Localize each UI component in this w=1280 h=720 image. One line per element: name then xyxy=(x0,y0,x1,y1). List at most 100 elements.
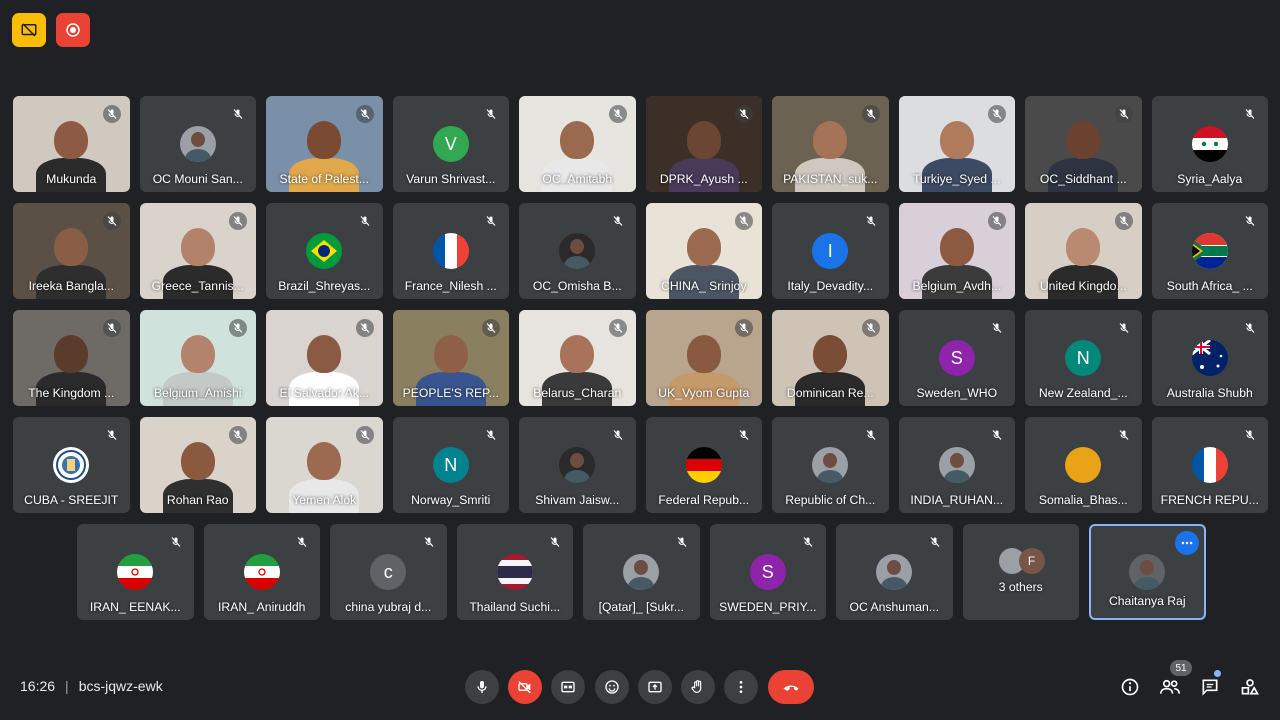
participant-tile[interactable]: Somalia_Bhas... xyxy=(1025,417,1142,513)
mic-off-icon xyxy=(739,109,749,119)
participant-tile[interactable]: Belarus_Charan xyxy=(519,310,636,406)
people-button[interactable] xyxy=(1157,674,1183,700)
participant-tile[interactable]: OC Anshuman... xyxy=(836,524,953,620)
participant-name: Brazil_Shreyas... xyxy=(278,279,371,293)
participant-tile[interactable]: El Salvador Ak... xyxy=(266,310,383,406)
participant-tile[interactable]: Brazil_Shreyas... xyxy=(266,203,383,299)
participant-tile[interactable]: State of Palest... xyxy=(266,96,383,192)
muted-indicator xyxy=(609,426,627,444)
participant-tile[interactable]: N New Zealand_... xyxy=(1025,310,1142,406)
participant-name: PAKISTAN_suk... xyxy=(783,172,878,186)
mic-off-icon xyxy=(613,323,622,333)
mic-off-icon xyxy=(486,430,496,440)
participant-tile[interactable]: The Kingdom ... xyxy=(13,310,130,406)
participant-tile[interactable]: DPRK_Ayush ... xyxy=(645,96,762,192)
participant-tile[interactable]: OC Mouni San... xyxy=(139,96,256,192)
participant-name: Belgium_Amishi xyxy=(154,386,242,400)
participant-tile[interactable]: c china yubraj d... xyxy=(330,524,447,620)
avatar-flag xyxy=(1191,340,1228,376)
mic-off-icon xyxy=(1245,430,1255,440)
participant-tile[interactable]: CHINA_ Srinjoy xyxy=(645,203,762,299)
participant-tile[interactable]: CUBA - SREEJIT xyxy=(13,417,130,513)
participant-tile[interactable]: Ireeka Bangla... xyxy=(13,203,130,299)
participant-tile[interactable]: Syria_Aalya xyxy=(1151,96,1268,192)
camera-button[interactable] xyxy=(508,670,542,704)
participant-tile[interactable]: FRENCH REPU... xyxy=(1151,417,1268,513)
captions-button[interactable] xyxy=(551,670,585,704)
separator: | xyxy=(65,678,69,694)
mic-off-icon xyxy=(360,430,369,440)
participant-tile[interactable]: United Kingdo... xyxy=(1025,203,1142,299)
participant-name: Norway_Smriti xyxy=(411,493,491,507)
present-icon xyxy=(648,681,662,693)
participant-tile[interactable]: PAKISTAN_suk... xyxy=(772,96,889,192)
participant-name: Italy_Devadity... xyxy=(787,279,874,293)
participant-tile[interactable]: OC_Omisha B... xyxy=(519,203,636,299)
activities-button[interactable] xyxy=(1237,674,1263,700)
meeting-info: 16:26 | bcs-jqwz-ewk xyxy=(20,678,163,694)
mic-off-icon xyxy=(992,109,1002,119)
people-icon xyxy=(1160,679,1180,694)
captions-icon xyxy=(561,681,575,693)
participant-name: Mukunda xyxy=(46,172,97,186)
avatar xyxy=(623,554,660,590)
muted-indicator xyxy=(1241,426,1259,444)
participant-tile[interactable]: N Norway_Smriti xyxy=(392,417,509,513)
participant-tile[interactable]: INDIA_RUHAN... xyxy=(898,417,1015,513)
participant-tile[interactable]: IRAN_ Aniruddh xyxy=(203,524,320,620)
mic-off-icon xyxy=(739,216,749,226)
muted-indicator xyxy=(356,212,374,230)
meeting-details-button[interactable] xyxy=(1117,674,1143,700)
chat-button[interactable] xyxy=(1197,674,1223,700)
avatar: F xyxy=(1018,548,1045,574)
participant-row: IRAN_ EENAK... IRAN_ Aniruddh c china yubra… xyxy=(77,524,1206,620)
mic-off-icon xyxy=(677,537,686,547)
participant-tile[interactable]: Thailand Suchi... xyxy=(456,524,573,620)
muted-indicator xyxy=(673,533,691,551)
participant-tile[interactable]: [Qatar]_ [Sukr... xyxy=(583,524,700,620)
participant-tile[interactable]: Federal Repub... xyxy=(645,417,762,513)
participant-tile[interactable]: Dominican Re... xyxy=(772,310,889,406)
participant-tile[interactable]: OC_Siddhant ... xyxy=(1025,96,1142,192)
recording-badge[interactable] xyxy=(56,13,90,47)
participant-tile[interactable]: Shivam Jaisw... xyxy=(519,417,636,513)
participant-tile[interactable]: Rohan Rao xyxy=(139,417,256,513)
presentation-badge[interactable] xyxy=(12,13,46,47)
participant-name: Chaitanya Raj xyxy=(1108,594,1186,608)
participant-tile[interactable]: IRAN_ EENAK... xyxy=(77,524,194,620)
present-button[interactable] xyxy=(638,670,672,704)
muted-indicator xyxy=(861,319,880,337)
participant-tile[interactable]: Australia Shubh xyxy=(1151,310,1268,406)
participant-tile[interactable]: I Italy_Devadity... xyxy=(772,203,889,299)
participant-tile[interactable]: UK_Vyom Gupta xyxy=(645,310,762,406)
end-call-button[interactable] xyxy=(768,670,814,704)
participant-name: South Africa_ ... xyxy=(1166,279,1253,293)
participant-tile[interactable]: PEOPLE'S REP... xyxy=(392,310,509,406)
muted-indicator xyxy=(103,426,121,444)
participant-tile[interactable]: OC_Amitabh xyxy=(519,96,636,192)
participant-tile[interactable]: South Africa_ ... xyxy=(1151,203,1268,299)
participant-tile[interactable]: France_Nilesh ... xyxy=(392,203,509,299)
participant-tile[interactable]: Turkiye_Syed ... xyxy=(898,96,1015,192)
participant-tile[interactable]: Chaitanya Raj xyxy=(1089,524,1206,620)
participant-tile[interactable]: Yemen Alok xyxy=(266,417,383,513)
participant-tile[interactable]: Belgium_Avdh... xyxy=(898,203,1015,299)
more-options-button[interactable] xyxy=(724,670,758,704)
participant-tile[interactable]: Mukunda xyxy=(13,96,130,192)
participant-tile[interactable]: S Sweden_WHO xyxy=(898,310,1015,406)
participant-tile[interactable]: F 3 others xyxy=(962,524,1079,620)
muted-indicator xyxy=(482,105,500,123)
participant-tile[interactable]: Republic of Ch... xyxy=(772,417,889,513)
mic-off-icon xyxy=(1245,109,1255,119)
mic-button[interactable] xyxy=(465,670,499,704)
raise-hand-button[interactable] xyxy=(681,670,715,704)
avatar xyxy=(1065,447,1102,483)
tile-more-button[interactable] xyxy=(1174,531,1199,555)
participant-tile[interactable]: Belgium_Amishi xyxy=(139,310,256,406)
participant-tile[interactable]: Greece_Tannis... xyxy=(139,203,256,299)
mic-off-icon xyxy=(866,323,875,333)
participant-tile[interactable]: V Varun Shrivast... xyxy=(392,96,509,192)
participant-tile[interactable]: S SWEDEN_PRIY... xyxy=(709,524,826,620)
emoji-button[interactable] xyxy=(595,670,629,704)
muted-indicator xyxy=(1115,426,1133,444)
